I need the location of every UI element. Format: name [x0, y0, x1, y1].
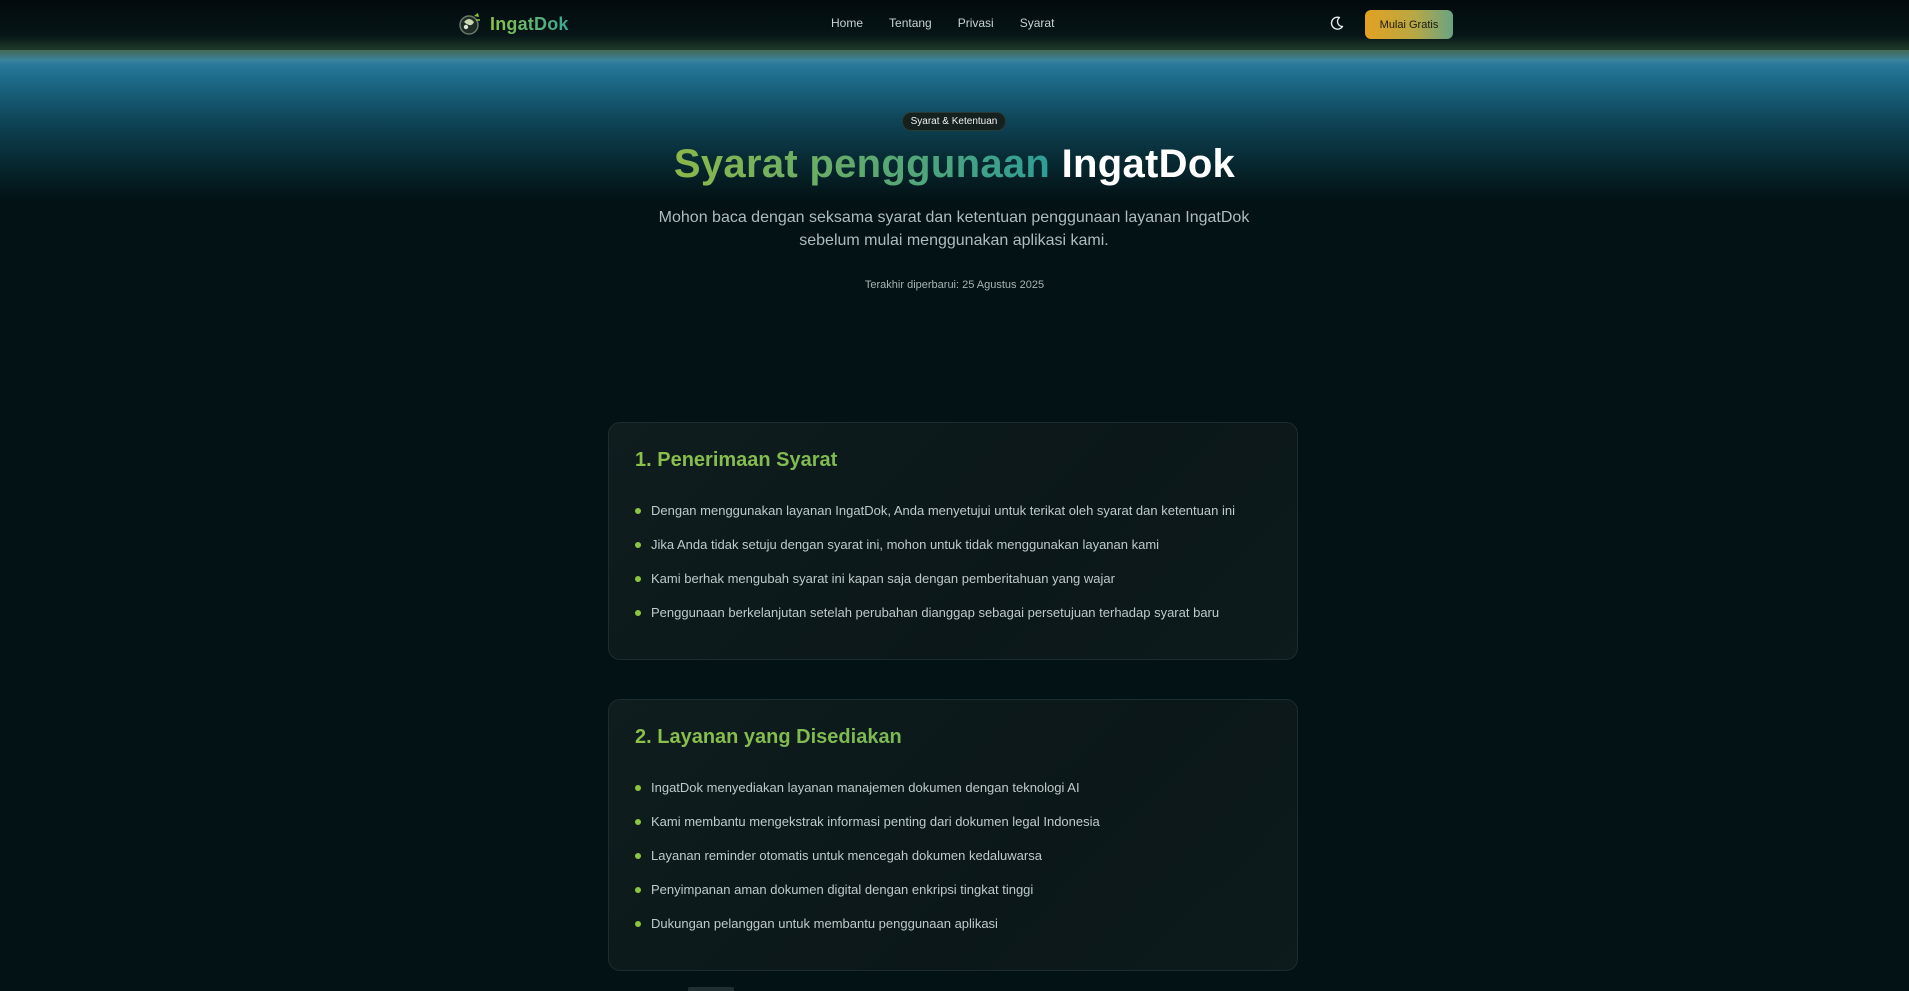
section-list: IngatDok menyediakan layanan manajemen d…	[635, 780, 1271, 950]
section-title: 1. Penerimaan Syarat	[635, 447, 1271, 473]
list-item-text: Dukungan pelanggan untuk membantu penggu…	[651, 916, 998, 931]
bullet-dot-icon	[635, 508, 641, 514]
next-section-edge	[688, 987, 734, 991]
bullet-dot-icon	[635, 785, 641, 791]
list-item: Dukungan pelanggan untuk membantu penggu…	[635, 916, 1271, 950]
list-item: Penggunaan berkelanjutan setelah perubah…	[635, 605, 1271, 639]
list-item: Dengan menggunakan layanan IngatDok, And…	[635, 503, 1271, 537]
page-title-accent: Syarat penggunaan	[673, 142, 1051, 186]
section-card-services: 2. Layanan yang Disediakan IngatDok meny…	[608, 699, 1298, 971]
page-title-brand: IngatDok	[1061, 142, 1236, 186]
bullet-dot-icon	[635, 610, 641, 616]
bullet-dot-icon	[635, 853, 641, 859]
nav-link-syarat[interactable]: Syarat	[1020, 16, 1055, 30]
list-item: Layanan reminder otomatis untuk mencegah…	[635, 848, 1271, 882]
start-free-button[interactable]: Mulai Gratis	[1365, 10, 1453, 39]
section-title: 2. Layanan yang Disediakan	[635, 724, 1271, 750]
section-list: Dengan menggunakan layanan IngatDok, And…	[635, 503, 1271, 639]
brand[interactable]: IngatDok	[456, 10, 569, 38]
nav-link-home[interactable]: Home	[831, 16, 863, 30]
bullet-dot-icon	[635, 887, 641, 893]
nav-link-tentang[interactable]: Tentang	[889, 16, 932, 30]
hero-badge: Syarat & Ketentuan	[902, 112, 1006, 131]
hero-subtitle: Mohon baca dengan seksama syarat dan ket…	[658, 209, 1250, 249]
main-nav: Home Tentang Privasi Syarat	[831, 16, 1054, 30]
list-item: Penyimpanan aman dokumen digital dengan …	[635, 882, 1271, 916]
list-item-text: Dengan menggunakan layanan IngatDok, And…	[651, 503, 1235, 518]
list-item-text: Jika Anda tidak setuju dengan syarat ini…	[651, 537, 1160, 552]
list-item-text: Penggunaan berkelanjutan setelah perubah…	[651, 605, 1220, 620]
last-updated-text: Terakhir diperbarui: 25 Agustus 2025	[864, 279, 1045, 291]
brand-name: IngatDok	[490, 13, 569, 34]
nav-link-privasi[interactable]: Privasi	[958, 16, 994, 30]
brain-logo-icon	[459, 13, 480, 35]
bullet-dot-icon	[635, 819, 641, 825]
page-title: Syarat penggunaan IngatDok	[0, 142, 1909, 187]
moon-icon	[1330, 16, 1344, 30]
list-item: Kami berhak mengubah syarat ini kapan sa…	[635, 571, 1271, 605]
list-item: Kami membantu mengekstrak informasi pent…	[635, 814, 1271, 848]
list-item: Jika Anda tidak setuju dengan syarat ini…	[635, 537, 1271, 571]
list-item-text: IngatDok menyediakan layanan manajemen d…	[651, 780, 1080, 795]
bullet-dot-icon	[635, 576, 641, 582]
list-item-text: Kami berhak mengubah syarat ini kapan sa…	[651, 571, 1115, 586]
navbar: IngatDok Home Tentang Privasi Syarat Mul…	[0, 0, 1909, 50]
section-card-acceptance: 1. Penerimaan Syarat Dengan menggunakan …	[608, 422, 1298, 660]
bullet-dot-icon	[635, 921, 641, 927]
bullet-dot-icon	[635, 542, 641, 548]
page: IngatDok Home Tentang Privasi Syarat Mul…	[0, 0, 1909, 991]
list-item-text: Penyimpanan aman dokumen digital dengan …	[651, 882, 1034, 897]
theme-toggle-button[interactable]	[1328, 14, 1346, 32]
list-item-text: Layanan reminder otomatis untuk mencegah…	[651, 848, 1042, 863]
list-item-text: Kami membantu mengekstrak informasi pent…	[651, 814, 1100, 829]
list-item: IngatDok menyediakan layanan manajemen d…	[635, 780, 1271, 814]
